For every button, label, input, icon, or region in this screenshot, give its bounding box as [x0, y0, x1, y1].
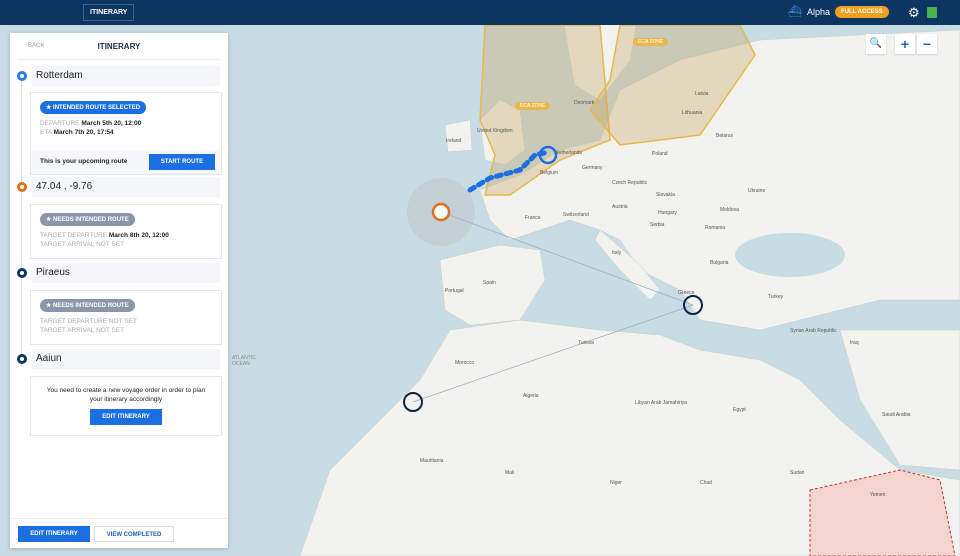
stop-card: ★ NEEDS INTENDED ROUTE TARGET DEPARTURE … — [30, 290, 222, 345]
stop-marker — [17, 71, 27, 81]
edit-itinerary-card-button[interactable]: EDIT ITINERARY — [90, 409, 162, 425]
eca-zone-label: ECA ZONE — [633, 38, 669, 46]
map-label: United Kingdom — [477, 128, 513, 134]
map-label: Spain — [483, 280, 496, 286]
map-label: Mali — [505, 470, 515, 476]
timeline-line — [21, 77, 22, 367]
user-name: Alpha — [806, 6, 830, 17]
ocean-label: ATLANTIC OCEAN — [232, 355, 256, 367]
map-label: Yemen — [870, 492, 886, 498]
map-label: Romania — [705, 225, 726, 231]
map-label: Italy — [612, 250, 622, 256]
gear-icon[interactable]: ⚙ — [908, 6, 920, 19]
stop-card: ★ INTENDED ROUTE SELECTED DEPARTURE Marc… — [30, 92, 222, 175]
route-status-badge: ★ INTENDED ROUTE SELECTED — [40, 101, 147, 114]
map-label: Ukraine — [748, 188, 766, 194]
departure-value: March 5th 20, 12:00 — [81, 120, 142, 127]
route-status-badge: ★ NEEDS INTENDED ROUTE — [40, 213, 135, 226]
stop-marker — [17, 268, 27, 278]
map-label: Lithuania — [682, 110, 703, 116]
map-label: Portugal — [445, 288, 464, 294]
map-label: Iraq — [850, 340, 859, 346]
map-label: Hungary — [658, 210, 677, 216]
stop-marker — [17, 354, 27, 364]
map-label: Belarus — [716, 133, 733, 139]
status-icon[interactable] — [927, 7, 937, 18]
map-label: Poland — [652, 151, 668, 157]
map-label: Turkey — [768, 294, 784, 300]
top-bar: ITINERARY ⛴ Alpha FULL ACCESS ⚙ — [0, 0, 960, 25]
map-label: Belgium — [540, 170, 559, 176]
map-label: Bulgaria — [710, 260, 729, 266]
map-label: Syrian Arab Republic — [790, 328, 837, 334]
map-search-button[interactable]: 🔍 — [866, 34, 886, 54]
map-label: Netherlands — [555, 150, 582, 156]
zoom-in-button[interactable]: + — [895, 34, 915, 54]
map-label: Germany — [582, 165, 603, 171]
eta-label: ETA — [40, 129, 52, 136]
departure-label: DEPARTURE — [40, 120, 80, 127]
map-label: Saudi Arabia — [882, 412, 911, 418]
ship-icon: ⛴ — [788, 6, 802, 18]
target-arrival-label: TARGET ARRIVAL NOT SET — [40, 327, 125, 334]
target-departure-value: March 8th 20, 12:00 — [108, 232, 169, 239]
target-arrival-label: TARGET ARRIVAL NOT SET — [40, 241, 125, 248]
view-completed-button[interactable]: VIEW COMPLETED — [94, 526, 174, 542]
map-label: Moldova — [720, 207, 739, 213]
target-departure-label: TARGET DEPARTURE NOT SET — [40, 318, 137, 325]
stop-marker — [17, 182, 27, 192]
start-route-button[interactable]: START ROUTE — [149, 154, 215, 170]
tab-itinerary[interactable]: ITINERARY — [83, 4, 135, 21]
map-label: Chad — [700, 480, 712, 486]
stop-piraeus[interactable]: Piraeus — [32, 263, 220, 283]
map-label: Austria — [612, 204, 628, 210]
map-label: Switzerland — [563, 212, 589, 218]
upcoming-route-text: This is your upcoming route — [40, 158, 128, 165]
map-label: Egypt — [733, 407, 746, 413]
stop-waypoint[interactable]: 47.04 , -9.76 — [32, 177, 220, 197]
stop-aaiun[interactable]: Aaiun — [32, 349, 220, 369]
map-label: Morocco — [455, 360, 475, 366]
map-label: Mauritania — [420, 458, 444, 464]
eta-value: March 7th 20, 17:54 — [53, 129, 114, 136]
map-label: Denmark — [574, 100, 595, 106]
stop-card: ★ NEEDS INTENDED ROUTE TARGET DEPARTURE … — [30, 204, 222, 259]
route-status-badge: ★ NEEDS INTENDED ROUTE — [40, 299, 135, 312]
map-label: Libyan Arab Jamahiriya — [635, 400, 687, 406]
map-label: Algeria — [523, 393, 539, 399]
panel-title: ITINERARY — [97, 42, 141, 51]
access-badge: FULL ACCESS — [835, 5, 889, 18]
map-label: Tunisia — [578, 340, 594, 346]
map-label: Slovakia — [656, 192, 675, 198]
voyage-order-message: You need to create a new voyage order in… — [46, 387, 206, 403]
zoom-out-button[interactable]: − — [917, 34, 937, 54]
user-menu[interactable]: ⛴ Alpha FULL ACCESS — [788, 5, 889, 18]
stop-rotterdam[interactable]: Rotterdam — [32, 66, 220, 86]
itinerary-panel: BACK ITINERARY Rotterdam ★ INTENDED ROUT… — [10, 33, 228, 548]
map-label: Greece — [678, 290, 695, 296]
map-label: Sudan — [790, 470, 805, 476]
eca-zone-label: ECA ZONE — [515, 102, 551, 110]
map-label: Czech Republic — [612, 180, 648, 186]
map-label: Niger — [610, 480, 622, 486]
map-label: France — [525, 215, 541, 221]
map-label: Latvia — [695, 91, 709, 97]
map-label: Serbia — [650, 222, 665, 228]
map-label: Ireland — [446, 138, 462, 144]
edit-itinerary-button[interactable]: EDIT ITINERARY — [18, 526, 90, 542]
stop-card: You need to create a new voyage order in… — [30, 376, 222, 436]
target-departure-label: TARGET DEPARTURE — [40, 232, 108, 239]
